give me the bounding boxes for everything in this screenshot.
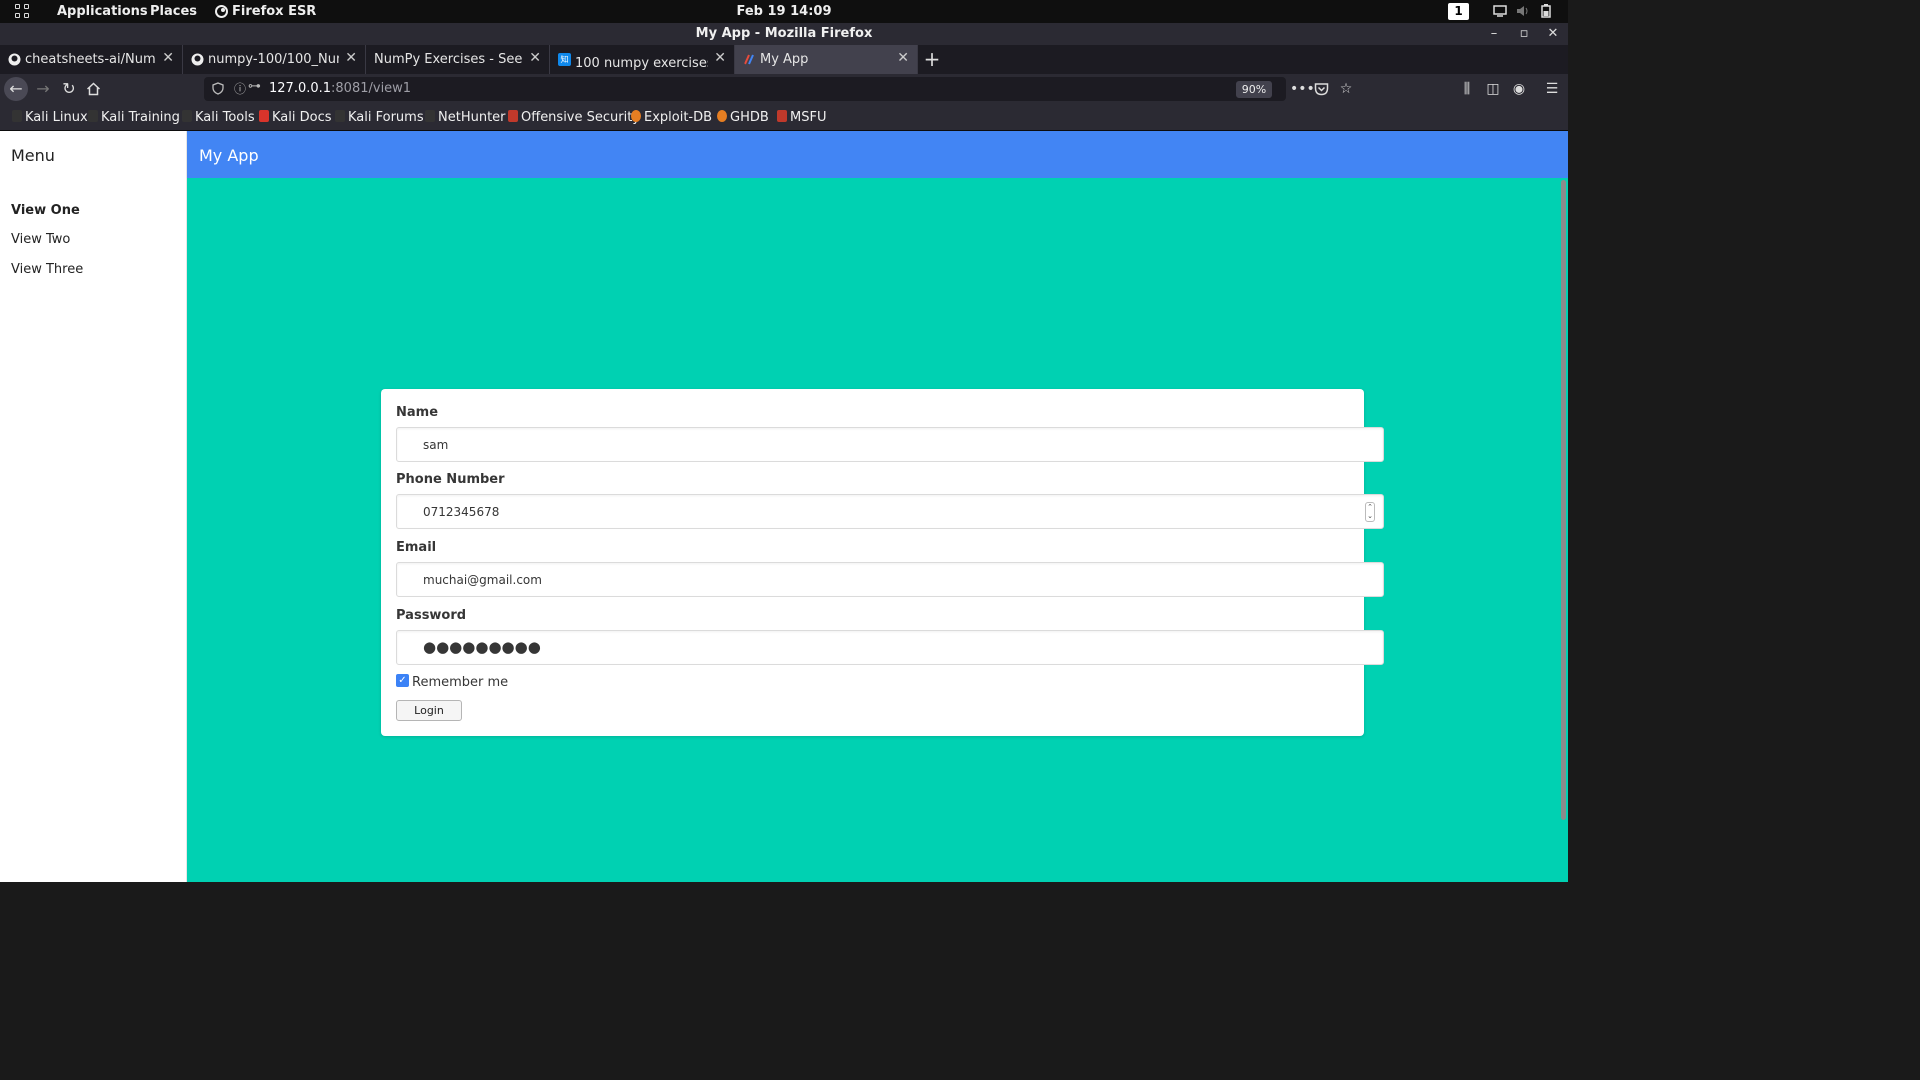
firefox-icon (215, 5, 228, 18)
bookmark-kali-tools[interactable]: Kali Tools (182, 110, 255, 126)
exploit-db-icon (631, 110, 641, 122)
close-tab-icon[interactable]: ✕ (714, 50, 726, 66)
nethunter-icon (425, 110, 435, 122)
tab-label: 100 numpy exercises - 知 (575, 56, 708, 71)
tab-label: My App (760, 52, 809, 67)
email-label: Email (396, 540, 437, 555)
msfu-icon (777, 110, 787, 122)
email-field[interactable]: muchai@gmail.com (396, 562, 1384, 597)
bookmark-kali-linux[interactable]: Kali Linux (12, 110, 88, 126)
back-button[interactable]: ← (4, 77, 28, 101)
close-tab-icon[interactable]: ✕ (897, 50, 909, 66)
tab-label: NumPy Exercises - Seeking \ (374, 52, 523, 67)
bookmark-exploit-db[interactable]: Exploit-DB (631, 110, 712, 126)
scrollbar-thumb[interactable] (1561, 180, 1566, 820)
reload-button[interactable]: ↻ (58, 78, 80, 100)
tab-label: cheatsheets-ai/Numpy.p (25, 52, 156, 67)
github-icon (8, 53, 21, 66)
tracking-shield-icon[interactable] (212, 82, 224, 95)
offsec-icon (508, 110, 518, 122)
kali-dragon-icon (88, 110, 98, 122)
remember-me-label[interactable]: Remember me (412, 675, 508, 690)
tab-numpy-exercises[interactable]: NumPy Exercises - Seeking \ ✕ (366, 45, 550, 74)
system-top-bar: Applications Places Firefox ESR Feb 19 1… (0, 0, 1568, 23)
bookmark-ghdb[interactable]: GHDB (717, 110, 769, 126)
password-label: Password (396, 608, 467, 623)
firefox-esr-menu[interactable]: Firefox ESR (232, 4, 316, 19)
page-actions-icon[interactable]: ••• (1290, 79, 1315, 99)
tab-label: numpy-100/100_Numpy (208, 52, 339, 67)
login-button[interactable]: Login (396, 700, 462, 721)
tab-cheatsheets[interactable]: cheatsheets-ai/Numpy.p ✕ (0, 45, 183, 74)
close-tab-icon[interactable]: ✕ (345, 50, 357, 66)
new-tab-button[interactable]: + (922, 48, 942, 70)
battery-icon[interactable] (1539, 4, 1553, 18)
forward-button[interactable]: → (32, 78, 54, 100)
kali-dragon-icon (12, 110, 22, 122)
pocket-icon[interactable] (1314, 82, 1329, 96)
bookmark-nethunter[interactable]: NetHunter (425, 110, 506, 126)
url-bar[interactable]: ⓘ ⊶ 127.0.0.1:8081/view1 90% (204, 77, 1286, 101)
kali-dragon-icon (335, 110, 345, 122)
bookmark-offensive-security[interactable]: Offensive Security (508, 110, 640, 126)
bookmark-kali-docs[interactable]: Kali Docs (259, 110, 332, 126)
library-icon[interactable]: ⫼ (1457, 79, 1477, 99)
workspace-indicator[interactable]: 1 (1448, 3, 1469, 20)
app-header: My App (187, 131, 1568, 178)
app-title: My App (199, 146, 259, 165)
site-info-icon[interactable]: ⓘ (234, 80, 246, 97)
page-content: Menu View One View Two View Three My App… (0, 131, 1568, 882)
app-sidebar: Menu View One View Two View Three (0, 131, 187, 882)
sidebar-title: Menu (11, 146, 55, 165)
number-spinner[interactable]: ⌃ ⌄ (1365, 502, 1375, 522)
sidebar-toggle-icon[interactable]: ◫ (1483, 79, 1503, 99)
navigation-toolbar: ← → ↻ ⓘ ⊶ 127.0.0.1:8081/view1 90% ••• ☆… (0, 74, 1568, 104)
github-icon (191, 53, 204, 66)
phone-field[interactable]: 0712345678 ⌃ ⌄ (396, 494, 1384, 529)
tab-my-app[interactable]: My App ✕ (735, 45, 918, 74)
remember-me-checkbox[interactable]: ✓ (396, 674, 409, 687)
bookmark-kali-forums[interactable]: Kali Forums (335, 110, 424, 126)
tab-numpy-100[interactable]: numpy-100/100_Numpy ✕ (183, 45, 366, 74)
kali-dragon-icon (182, 110, 192, 122)
kali-docs-icon (259, 110, 269, 122)
ghdb-icon (717, 110, 727, 122)
home-icon[interactable] (86, 82, 101, 96)
app-icon (744, 54, 754, 65)
bookmarks-toolbar: Kali Linux Kali Training Kali Tools Kali… (0, 104, 1568, 131)
sidebar-item-view-two[interactable]: View Two (11, 232, 70, 247)
sidebar-item-view-three[interactable]: View Three (11, 262, 83, 277)
account-icon[interactable]: ◉ (1509, 79, 1529, 99)
close-tab-icon[interactable]: ✕ (162, 50, 174, 66)
bookmark-kali-training[interactable]: Kali Training (88, 110, 180, 126)
minimize-button[interactable]: – (1485, 25, 1503, 43)
name-field[interactable]: sam (396, 427, 1384, 462)
close-tab-icon[interactable]: ✕ (529, 50, 541, 66)
permissions-key-icon[interactable]: ⊶ (248, 79, 261, 94)
phone-label: Phone Number (396, 472, 505, 487)
zhihu-icon: 知 (558, 53, 571, 66)
tab-strip: cheatsheets-ai/Numpy.p ✕ numpy-100/100_N… (0, 45, 1568, 74)
url-text[interactable]: 127.0.0.1:8081/view1 (269, 81, 411, 96)
display-icon[interactable] (1493, 4, 1507, 18)
window-title: My App - Mozilla Firefox (695, 26, 873, 41)
login-form-card: Name sam Phone Number 0712345678 ⌃ ⌄ Emai… (381, 389, 1384, 736)
hamburger-menu-icon[interactable]: ☰ (1542, 79, 1562, 99)
bookmark-star-icon[interactable]: ☆ (1336, 79, 1356, 99)
name-label: Name (396, 405, 439, 420)
places-menu[interactable]: Places (150, 4, 197, 19)
volume-icon[interactable] (1516, 4, 1530, 18)
password-field[interactable]: ●●●●●●●●● (396, 630, 1384, 665)
app-grid-icon[interactable] (15, 4, 31, 20)
zoom-level[interactable]: 90% (1236, 81, 1272, 98)
close-window-button[interactable]: ✕ (1544, 25, 1562, 43)
sidebar-item-view-one[interactable]: View One (11, 203, 80, 218)
applications-menu[interactable]: Applications (57, 4, 148, 19)
window-title-bar: My App - Mozilla Firefox – ▫ ✕ (0, 23, 1568, 45)
tab-zhihu[interactable]: 知 100 numpy exercises - 知 ✕ (550, 45, 735, 74)
bookmark-msfu[interactable]: MSFU (777, 110, 826, 126)
maximize-button[interactable]: ▫ (1515, 25, 1533, 43)
